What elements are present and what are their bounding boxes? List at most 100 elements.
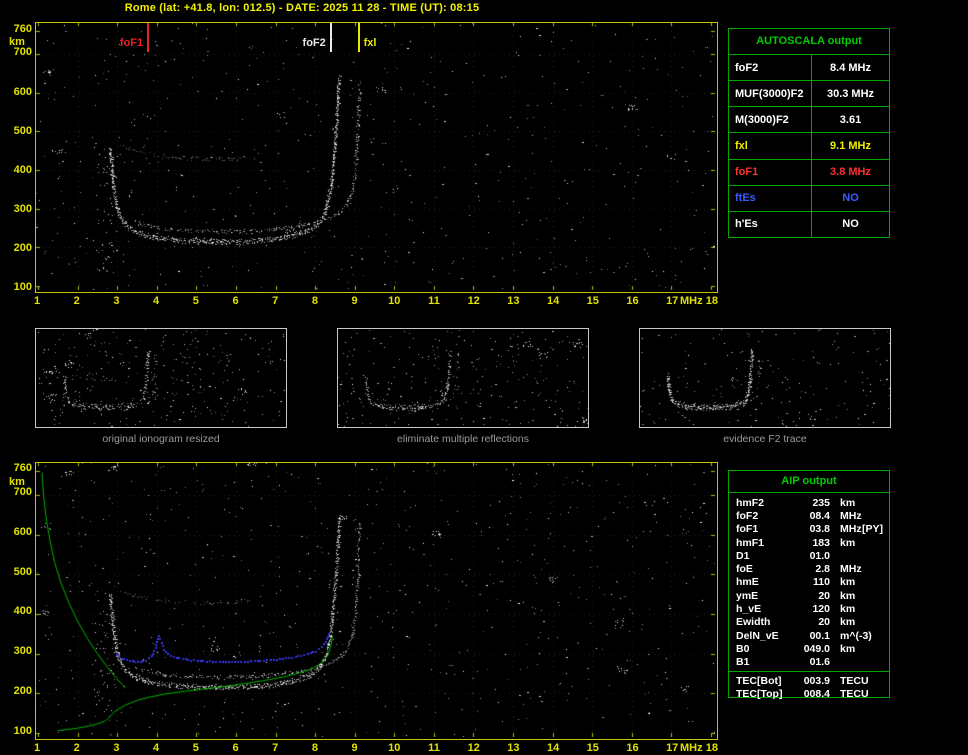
x-tick-label: 17 [666,742,678,754]
table-row: DelN_vE 00.1 m^(-3) [736,629,884,642]
x-tick-label: 17 [666,295,678,307]
aip-tec-row-unit: TECU [830,675,869,687]
thumbnail-evidence-f2-trace [639,328,891,428]
aip-row-value: 110 [796,576,830,588]
aip-row-unit: MHz [830,510,862,522]
aip-row-label: DelN_vE [736,630,796,642]
autoscala-row-value: 30.3 MHz [812,81,889,106]
autoscala-row-value: 3.61 [812,107,889,132]
x-tick-label: 8 [312,295,318,307]
autoscala-table-header: AUTOSCALA output [729,29,889,55]
aip-row-label: ymE [736,590,796,602]
aip-tec-row-value: 008.4 [796,688,830,700]
y-tick-label: 760 [5,462,32,474]
aip-row-label: D1 [736,550,796,562]
y-tick-label: 400 [5,605,32,617]
table-row: foF1 3.8 MHz [729,160,889,186]
x-tick-label: 18 [706,295,718,307]
aip-row-value: 120 [796,603,830,615]
x-tick-label: 6 [232,295,238,307]
x-tick-label: 7 [272,295,278,307]
y-tick-label: 400 [5,164,32,176]
aip-row-label: hmE [736,576,796,588]
y-axis-unit: km [9,476,25,488]
marker-foF1-label: foF1 [99,37,143,49]
thumbnail-evidence-f2-trace-canvas [640,329,890,427]
x-tick-label: 12 [468,295,480,307]
aip-row-unit: m^(-3) [830,630,872,642]
aip-row-unit: km [830,537,855,549]
aip-output-table: AIP output hmF2 235 km foF2 08.4 MHz foF… [728,470,890,698]
x-tick-label: 11 [428,742,440,754]
x-tick-label: 3 [113,295,119,307]
x-tick-label: 4 [153,295,159,307]
x-tick-label: 14 [547,742,559,754]
aip-row-label: B1 [736,656,796,668]
table-row: B0 049.0 km [736,642,884,655]
x-tick-label: 9 [352,742,358,754]
aip-row-unit: km [830,576,855,588]
aip-row-value: 20 [796,616,830,628]
aip-row-label: hmF2 [736,497,796,509]
y-tick-label: 300 [5,645,32,657]
y-tick-label: 200 [5,685,32,697]
x-tick-label: 4 [153,742,159,754]
aip-table-header: AIP output [729,471,889,493]
aip-row-unit: km [830,603,855,615]
aip-row-label: hmF1 [736,537,796,549]
marker-foF2-label: foF2 [282,37,326,49]
x-tick-label: 1 [34,295,40,307]
x-tick-label: 7 [272,742,278,754]
x-tick-label: 2 [74,295,80,307]
aip-tec-row-value: 003.9 [796,675,830,687]
thumbnail-caption-original: original ionogram resized [35,433,287,445]
y-tick-label: 760 [5,23,32,35]
y-tick-label: 500 [5,566,32,578]
thumbnail-original-ionogram [35,328,287,428]
aip-row-label: h_vE [736,603,796,615]
aip-row-unit: MHz [830,563,862,575]
aip-row-unit: MHz [830,523,862,535]
bottom-ionogram-canvas [36,463,715,737]
x-tick-label: 11 [428,295,440,307]
x-axis-unit: MHz [680,295,703,307]
aip-row-label: Ewidth [736,616,796,628]
aip-row-value: 183 [796,537,830,549]
aip-tec-row-label: TEC[Bot] [736,675,796,687]
x-tick-label: 10 [388,742,400,754]
aip-row-value: 08.4 [796,510,830,522]
table-row: MUF(3000)F2 30.3 MHz [729,81,889,107]
x-tick-label: 13 [507,742,519,754]
aip-row-value: 03.8 [796,523,830,535]
y-tick-label: 100 [5,725,32,737]
marker-foF2-line [330,23,332,52]
aip-row-value: 049.0 [796,643,830,655]
y-tick-label: 700 [5,46,32,58]
table-row: hmE 110 km [736,576,884,589]
aip-row-unit: km [830,643,855,655]
autoscala-row-label: MUF(3000)F2 [729,81,812,106]
marker-fxl-line [358,23,360,52]
autoscala-row-value: NO [812,212,889,237]
aip-row-value: 01.6 [796,656,830,668]
x-tick-label: 13 [507,295,519,307]
x-tick-label: 5 [193,742,199,754]
x-tick-label: 9 [352,295,358,307]
x-tick-label: 8 [312,742,318,754]
page-title: Rome (lat: +41.8, lon: 012.5) - DATE: 20… [0,2,604,14]
bottom-ionogram-plot-frame [35,462,718,740]
thumbnail-caption-evidence: evidence F2 trace [639,433,891,445]
y-tick-label: 500 [5,125,32,137]
aip-row-label: B0 [736,643,796,655]
autoscala-row-label: M(3000)F2 [729,107,812,132]
x-tick-label: 6 [232,742,238,754]
x-tick-label: 14 [547,295,559,307]
x-tick-label: 12 [468,742,480,754]
table-row: foE 2.8 MHz [736,562,884,575]
aip-row-label: foF2 [736,510,796,522]
thumbnail-caption-eliminate: eliminate multiple reflections [337,433,589,445]
x-tick-label: 10 [388,295,400,307]
table-row: D1 01.0 [736,549,884,562]
x-tick-label: 5 [193,295,199,307]
autoscala-row-label: foF1 [729,160,812,185]
